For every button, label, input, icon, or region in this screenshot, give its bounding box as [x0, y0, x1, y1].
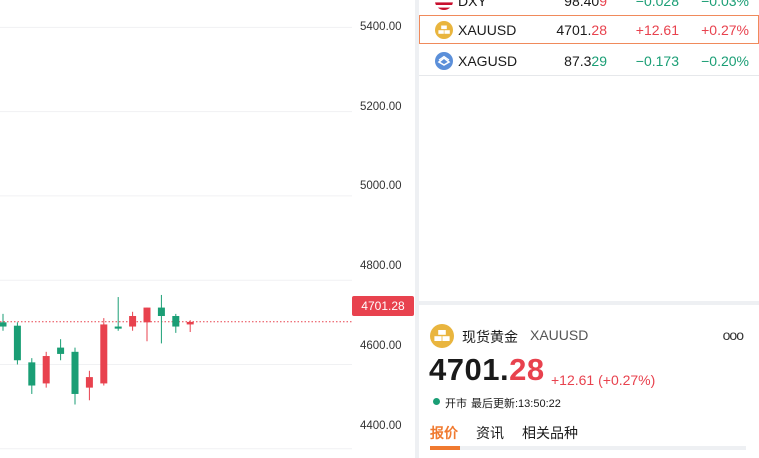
watchlist-row-xagusd[interactable]: XAGUSD 87.329 −0.173 −0.20% [419, 46, 759, 76]
tab-related-instruments[interactable]: 相关品种 [522, 423, 578, 443]
price-axis: 5400.00 5200.00 5000.00 4800.00 4600.00 … [352, 0, 416, 458]
gold-coin-icon [435, 21, 453, 39]
candle-body-13 [186, 321, 194, 325]
instrument-price: 4701.28 [429, 352, 545, 387]
chart-canvas[interactable] [0, 0, 352, 458]
watchlist-symbol: XAUUSD [458, 22, 517, 38]
watchlist-price: 98.409 [564, 0, 607, 9]
axis-label-5200: 5200.00 [360, 101, 402, 113]
us-flag-icon [435, 0, 453, 10]
instrument-detail: 现货黄金 XAUUSD ooo 4701.28 +12.61 (+0.27%) … [419, 305, 759, 458]
candle-body-11 [157, 307, 165, 317]
candlestick-chart[interactable] [0, 0, 352, 458]
axis-label-4400: 4400.00 [360, 420, 402, 432]
more-options-icon[interactable]: ooo [723, 327, 744, 343]
watchlist-change: −0.028 [635, 0, 679, 9]
current-price-tag: 4701.28 [352, 296, 414, 316]
candle-body-3 [42, 356, 50, 384]
watchlist-price: 87.329 [564, 53, 607, 69]
candle-body-2 [28, 362, 36, 386]
watchlist-symbol: DXY [458, 0, 487, 9]
candle-body-9 [129, 316, 137, 327]
axis-label-4600: 4600.00 [360, 340, 402, 352]
candle-body-5 [71, 351, 79, 394]
candle-body-7 [100, 324, 108, 384]
tab-track [430, 446, 746, 450]
watchlist-symbol: XAGUSD [458, 53, 518, 69]
candle-body-6 [85, 377, 93, 388]
watchlist-change: +12.61 [635, 22, 679, 38]
gold-bars-icon [430, 324, 454, 348]
axis-label-5000: 5000.00 [360, 180, 402, 192]
candle-body-0 [0, 322, 7, 327]
watchlist-change-percent: −0.03% [701, 0, 749, 9]
instrument-code: XAUUSD [530, 327, 589, 343]
axis-label-4800: 4800.00 [360, 260, 402, 272]
instrument-name: 现货黄金 [462, 329, 518, 345]
instrument-change: +12.61 (+0.27%) [551, 372, 656, 388]
last-updated: 最后更新:13:50:22 [471, 398, 561, 410]
market-open-dot-icon [433, 398, 440, 405]
candle-body-8 [114, 326, 122, 329]
watchlist-row-xauusd[interactable]: XAUUSD 4701.28 +12.61 +0.27% [419, 15, 759, 44]
watchlist-row-dxy[interactable]: DXY 98.409 −0.028 −0.03% [419, 0, 759, 16]
candle-body-12 [172, 316, 180, 327]
watchlist-change-percent: +0.27% [701, 22, 749, 38]
tab-quote[interactable]: 报价 [430, 423, 458, 443]
watchlist-change: −0.173 [635, 53, 679, 69]
axis-label-5400: 5400.00 [360, 21, 402, 33]
candle-body-10 [143, 307, 151, 323]
tab-news[interactable]: 资讯 [476, 423, 504, 443]
market-status: 开市 [445, 398, 467, 410]
candle-body-4 [57, 347, 65, 354]
watchlist-price: 4701.28 [556, 22, 607, 38]
watchlist-change-percent: −0.20% [701, 53, 749, 69]
tab-active-indicator [430, 446, 460, 450]
candle-body-1 [13, 325, 21, 361]
silver-coin-icon [435, 52, 453, 70]
watchlist: DXY 98.409 −0.028 −0.03% XAUUSD 4701.28 … [419, 0, 759, 300]
